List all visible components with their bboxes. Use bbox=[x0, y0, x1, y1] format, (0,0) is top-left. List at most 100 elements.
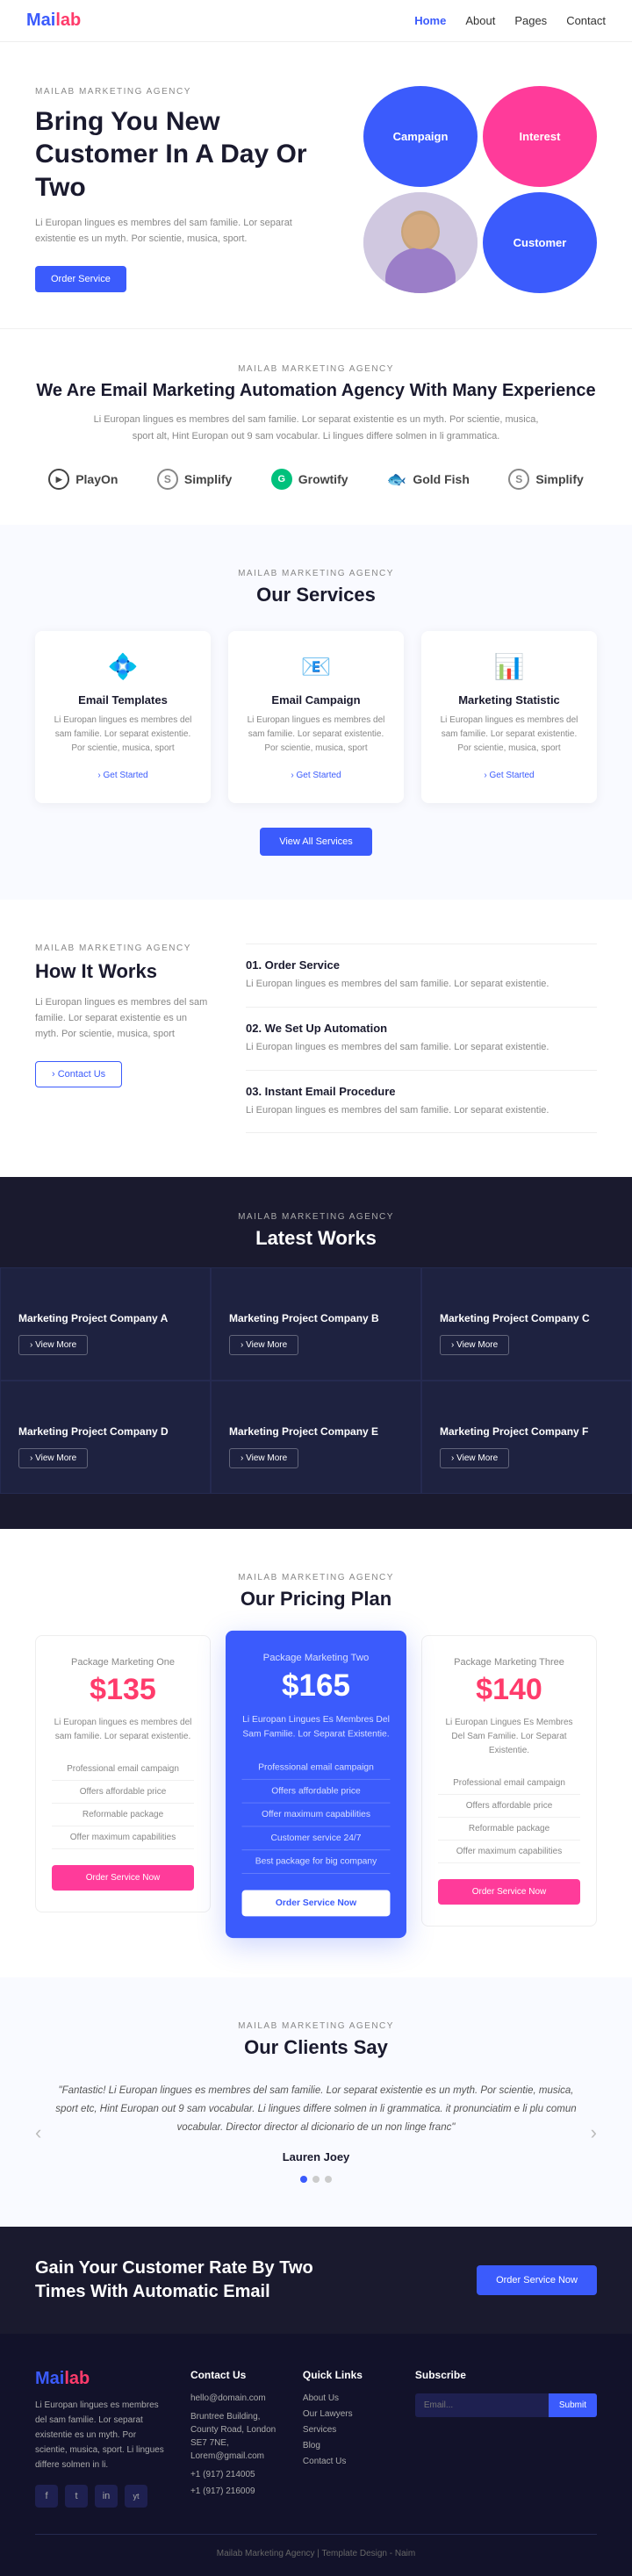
footer-subscribe-button[interactable]: Submit bbox=[549, 2393, 597, 2417]
work-view-more-e[interactable]: › View More bbox=[229, 1448, 298, 1468]
work-title-e: Marketing Project Company E bbox=[229, 1425, 403, 1438]
work-card-d: Marketing Project Company D › View More bbox=[0, 1381, 211, 1494]
footer-quick-links: Quick Links About Us Our Lawyers Service… bbox=[303, 2369, 389, 2508]
footer-contact: Contact Us hello@domain.com Bruntree Bui… bbox=[190, 2369, 276, 2508]
playon-icon: ▶ bbox=[48, 469, 69, 490]
social-linkedin-icon[interactable]: in bbox=[95, 2485, 118, 2508]
footer-logo: Mailab bbox=[35, 2369, 164, 2389]
brands-section: MAILAB MARKETING AGENCY We Are Email Mar… bbox=[0, 328, 632, 525]
plan-3-cta-button[interactable]: Order Service Now bbox=[438, 1879, 580, 1905]
plan-3-feature-4: Offer maximum capabilities bbox=[438, 1841, 580, 1863]
footer-desc: Li Europan lingues es membres del sam fa… bbox=[35, 2398, 164, 2472]
service-campaign-link[interactable]: › Get Started bbox=[291, 771, 341, 780]
cta-order-button[interactable]: Order Service Now bbox=[477, 2265, 597, 2295]
service-statistic-link[interactable]: › Get Started bbox=[484, 771, 534, 780]
social-youtube-icon[interactable]: yt bbox=[125, 2485, 147, 2508]
service-templates-title: Email Templates bbox=[51, 693, 195, 707]
service-templates-icon: 💠 bbox=[51, 652, 195, 681]
hero-desc: Li Europan lingues es membres del sam fa… bbox=[35, 216, 334, 247]
hero-cta-button[interactable]: Order Service bbox=[35, 266, 126, 292]
hero-title: Bring You New Customer In A Day Or Two bbox=[35, 105, 334, 205]
nav-link-contact[interactable]: Contact bbox=[566, 14, 606, 27]
service-campaign-desc: Li Europan lingues es membres del sam fa… bbox=[244, 714, 388, 756]
plan-1-features: Professional email campaign Offers affor… bbox=[52, 1758, 194, 1849]
footer-about: Mailab Li Europan lingues es membres del… bbox=[35, 2369, 164, 2508]
service-campaign-title: Email Campaign bbox=[244, 693, 388, 707]
work-title-a: Marketing Project Company A bbox=[18, 1312, 192, 1324]
dot-2[interactable] bbox=[312, 2176, 320, 2183]
cta-text: Gain Your Customer Rate By Two Times Wit… bbox=[35, 2257, 351, 2304]
plan-1-cta-button[interactable]: Order Service Now bbox=[52, 1865, 194, 1891]
plan-2-features: Professional email campaign Offers affor… bbox=[242, 1756, 391, 1874]
testimonial-content: "Fantastic! Li Europan lingues es membre… bbox=[50, 2082, 581, 2183]
how-step-2-desc: Li Europan lingues es membres del sam fa… bbox=[246, 1040, 597, 1056]
work-title-c: Marketing Project Company C bbox=[440, 1312, 614, 1324]
work-view-more-c[interactable]: › View More bbox=[440, 1335, 509, 1355]
service-card-templates: 💠 Email Templates Li Europan lingues es … bbox=[35, 631, 211, 803]
how-left: MAILAB MARKETING AGENCY How It Works Li … bbox=[35, 944, 211, 1133]
social-facebook-icon[interactable]: f bbox=[35, 2485, 58, 2508]
plan-2-feature-5: Best package for big company bbox=[242, 1850, 391, 1874]
footer-link-blog[interactable]: Blog bbox=[303, 2441, 389, 2450]
plan-2-cta-button[interactable]: Order Service Now bbox=[242, 1891, 391, 1917]
testimonial-next-button[interactable]: › bbox=[591, 2121, 597, 2144]
plan-2-label: Package Marketing Two bbox=[242, 1653, 391, 1663]
services-view-all-wrap: View All Services bbox=[35, 828, 597, 856]
social-twitter-icon[interactable]: t bbox=[65, 2485, 88, 2508]
work-view-more-b[interactable]: › View More bbox=[229, 1335, 298, 1355]
service-templates-desc: Li Europan lingues es membres del sam fa… bbox=[51, 714, 195, 756]
footer-link-contact[interactable]: Contact Us bbox=[303, 2457, 389, 2466]
view-all-services-button[interactable]: View All Services bbox=[260, 828, 372, 856]
dot-3[interactable] bbox=[325, 2176, 332, 2183]
nav-link-home[interactable]: Home bbox=[414, 14, 446, 27]
how-step-1: 01. Order Service Li Europan lingues es … bbox=[246, 944, 597, 1008]
footer-email-input[interactable] bbox=[415, 2393, 549, 2417]
pricing-plan-1: Package Marketing One $135 Li Europan li… bbox=[35, 1635, 211, 1912]
photo-circle bbox=[363, 192, 478, 293]
how-desc: Li Europan lingues es membres del sam fa… bbox=[35, 995, 211, 1042]
navbar: Mailab Home About Pages Contact bbox=[0, 0, 632, 42]
hero-section: MAILAB MARKETING AGENCY Bring You New Cu… bbox=[0, 42, 632, 328]
plan-3-label: Package Marketing Three bbox=[438, 1657, 580, 1668]
simplify1-icon: S bbox=[157, 469, 178, 490]
nav-link-pages[interactable]: Pages bbox=[514, 14, 547, 27]
how-step-3: 03. Instant Email Procedure Li Europan l… bbox=[246, 1071, 597, 1134]
dot-1[interactable] bbox=[300, 2176, 307, 2183]
work-view-more-a[interactable]: › View More bbox=[18, 1335, 88, 1355]
brand-growtify: G Growtify bbox=[271, 469, 348, 490]
work-card-a: Marketing Project Company A › View More bbox=[0, 1267, 211, 1381]
plan-3-feature-1: Professional email campaign bbox=[438, 1772, 580, 1795]
brands-badge: MAILAB MARKETING AGENCY bbox=[35, 364, 597, 374]
service-templates-link[interactable]: › Get Started bbox=[97, 771, 147, 780]
plan-1-feature-4: Offer maximum capabilities bbox=[52, 1826, 194, 1849]
nav-link-about[interactable]: About bbox=[465, 14, 495, 27]
work-view-more-d[interactable]: › View More bbox=[18, 1448, 88, 1468]
footer-contact-address: Bruntree Building, County Road, London S… bbox=[190, 2410, 276, 2463]
how-badge: MAILAB MARKETING AGENCY bbox=[35, 944, 211, 953]
testimonial-prev-button[interactable]: ‹ bbox=[35, 2121, 41, 2144]
how-contact-button[interactable]: › Contact Us bbox=[35, 1061, 122, 1087]
pricing-plan-3: Package Marketing Three $140 Li Europan … bbox=[421, 1635, 597, 1927]
footer-link-about[interactable]: About Us bbox=[303, 2393, 389, 2403]
work-view-more-f[interactable]: › View More bbox=[440, 1448, 509, 1468]
brand-simplify-1: S Simplify bbox=[157, 469, 232, 490]
footer-quick-links-heading: Quick Links bbox=[303, 2369, 389, 2381]
goldfish-icon: 🐟 bbox=[387, 470, 406, 489]
footer-link-lawyers[interactable]: Our Lawyers bbox=[303, 2409, 389, 2419]
footer-contact-email: hello@domain.com bbox=[190, 2393, 276, 2403]
logo: Mailab bbox=[26, 11, 81, 31]
plan-2-feature-1: Professional email campaign bbox=[242, 1756, 391, 1780]
work-card-e: Marketing Project Company E › View More bbox=[211, 1381, 421, 1494]
service-campaign-icon: 📧 bbox=[244, 652, 388, 681]
brands-heading: We Are Email Marketing Automation Agency… bbox=[35, 381, 597, 401]
hero-badge: MAILAB MARKETING AGENCY bbox=[35, 87, 334, 97]
works-badge: MAILAB MARKETING AGENCY bbox=[0, 1212, 632, 1222]
pricing-section: MAILAB MARKETING AGENCY Our Pricing Plan… bbox=[0, 1529, 632, 1977]
testimonial-badge: MAILAB MARKETING AGENCY bbox=[35, 2021, 597, 2031]
campaign-circle: Campaign bbox=[363, 86, 478, 187]
footer-contact-phone2: +1 (917) 216009 bbox=[190, 2486, 276, 2496]
testimonial-dots bbox=[50, 2176, 581, 2183]
footer-link-services[interactable]: Services bbox=[303, 2425, 389, 2435]
simplify2-icon: S bbox=[508, 469, 529, 490]
plan-3-desc: Li Europan Lingues Es Membres Del Sam Fa… bbox=[438, 1716, 580, 1758]
